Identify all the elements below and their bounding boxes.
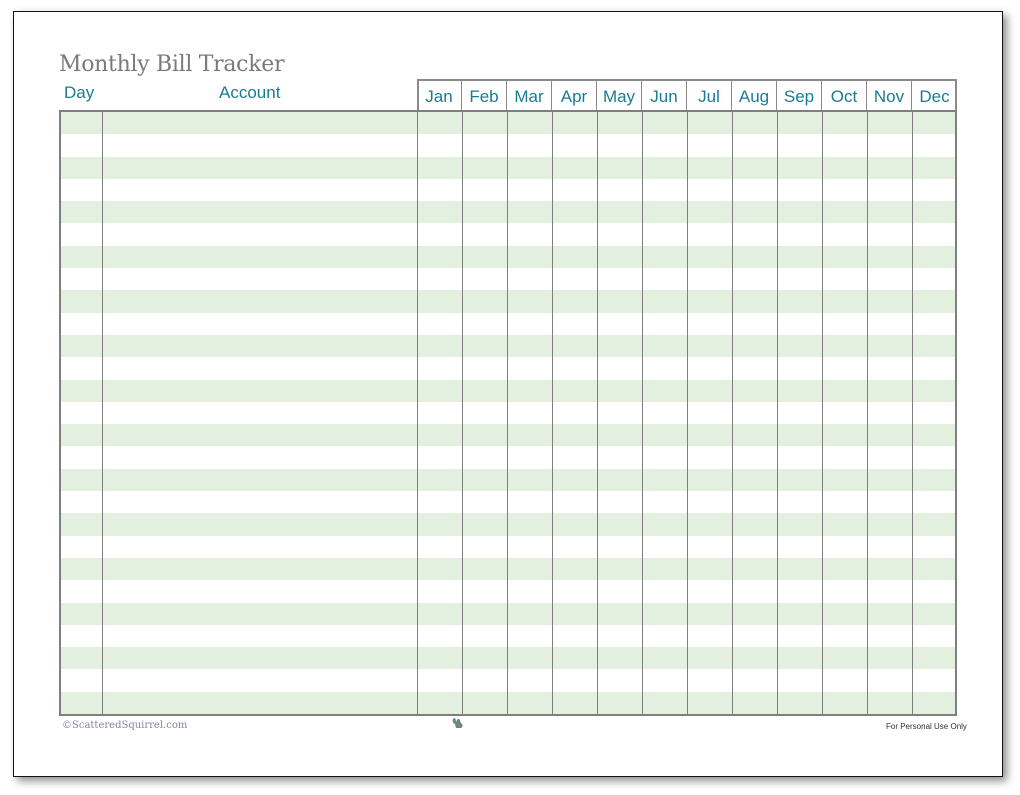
table-row[interactable]	[61, 313, 955, 335]
account-column-divider	[417, 112, 418, 714]
month-column-divider	[507, 112, 508, 714]
month-header-jul: Jul	[687, 81, 732, 112]
table-row[interactable]	[61, 402, 955, 424]
table-row[interactable]	[61, 290, 955, 313]
table-row[interactable]	[61, 201, 955, 224]
table-row[interactable]	[61, 513, 955, 536]
table-row[interactable]	[61, 223, 955, 245]
table-row[interactable]	[61, 268, 955, 290]
table-row[interactable]	[61, 669, 955, 691]
bill-table	[59, 110, 957, 716]
month-column-divider	[687, 112, 688, 714]
month-column-divider	[777, 112, 778, 714]
table-row[interactable]	[61, 491, 955, 513]
month-column-divider	[732, 112, 733, 714]
day-column-header: Day	[64, 83, 95, 102]
month-column-divider	[642, 112, 643, 714]
month-header-aug: Aug	[732, 81, 777, 112]
day-column-divider	[102, 112, 103, 714]
copyright-text: ©ScatteredSquirrel.com	[62, 720, 188, 731]
table-row[interactable]	[61, 602, 955, 625]
table-row[interactable]	[61, 134, 955, 156]
month-header-nov: Nov	[867, 81, 912, 112]
month-column-divider	[552, 112, 553, 714]
table-row[interactable]	[61, 179, 955, 201]
table-row[interactable]	[61, 446, 955, 468]
month-header-jun: Jun	[642, 81, 687, 112]
month-header-apr: Apr	[552, 81, 597, 112]
month-column-divider	[597, 112, 598, 714]
month-header-sep: Sep	[777, 81, 822, 112]
table-row[interactable]	[61, 357, 955, 379]
table-row[interactable]	[61, 468, 955, 492]
month-header-may: May	[597, 81, 642, 112]
table-row[interactable]	[61, 112, 955, 135]
personal-use-note: For Personal Use Only	[886, 722, 967, 731]
table-row[interactable]	[61, 625, 955, 647]
account-column-header: Account	[219, 83, 281, 102]
table-row[interactable]	[61, 647, 955, 670]
table-row[interactable]	[61, 580, 955, 602]
month-column-divider	[912, 112, 913, 714]
page-title: Monthly Bill Tracker	[59, 52, 285, 77]
squirrel-icon	[451, 716, 465, 735]
month-column-divider	[867, 112, 868, 714]
month-header-dec: Dec	[919, 87, 950, 106]
month-header-oct: Oct	[822, 81, 867, 112]
table-row[interactable]	[61, 379, 955, 402]
table-row[interactable]	[61, 334, 955, 358]
month-column-divider	[822, 112, 823, 714]
month-column-divider	[462, 112, 463, 714]
month-header-feb: Feb	[462, 81, 507, 112]
month-header-mar: Mar	[507, 81, 552, 112]
table-row[interactable]	[61, 424, 955, 447]
table-row[interactable]	[61, 691, 955, 714]
month-header-row: Jan Feb Mar Apr May Jun Jul Aug Sep Oct Nov Dec	[417, 79, 957, 112]
table-row[interactable]	[61, 245, 955, 269]
table-row[interactable]	[61, 156, 955, 179]
month-header-jan: Jan	[417, 81, 462, 112]
table-row[interactable]	[61, 557, 955, 581]
table-row[interactable]	[61, 536, 955, 558]
